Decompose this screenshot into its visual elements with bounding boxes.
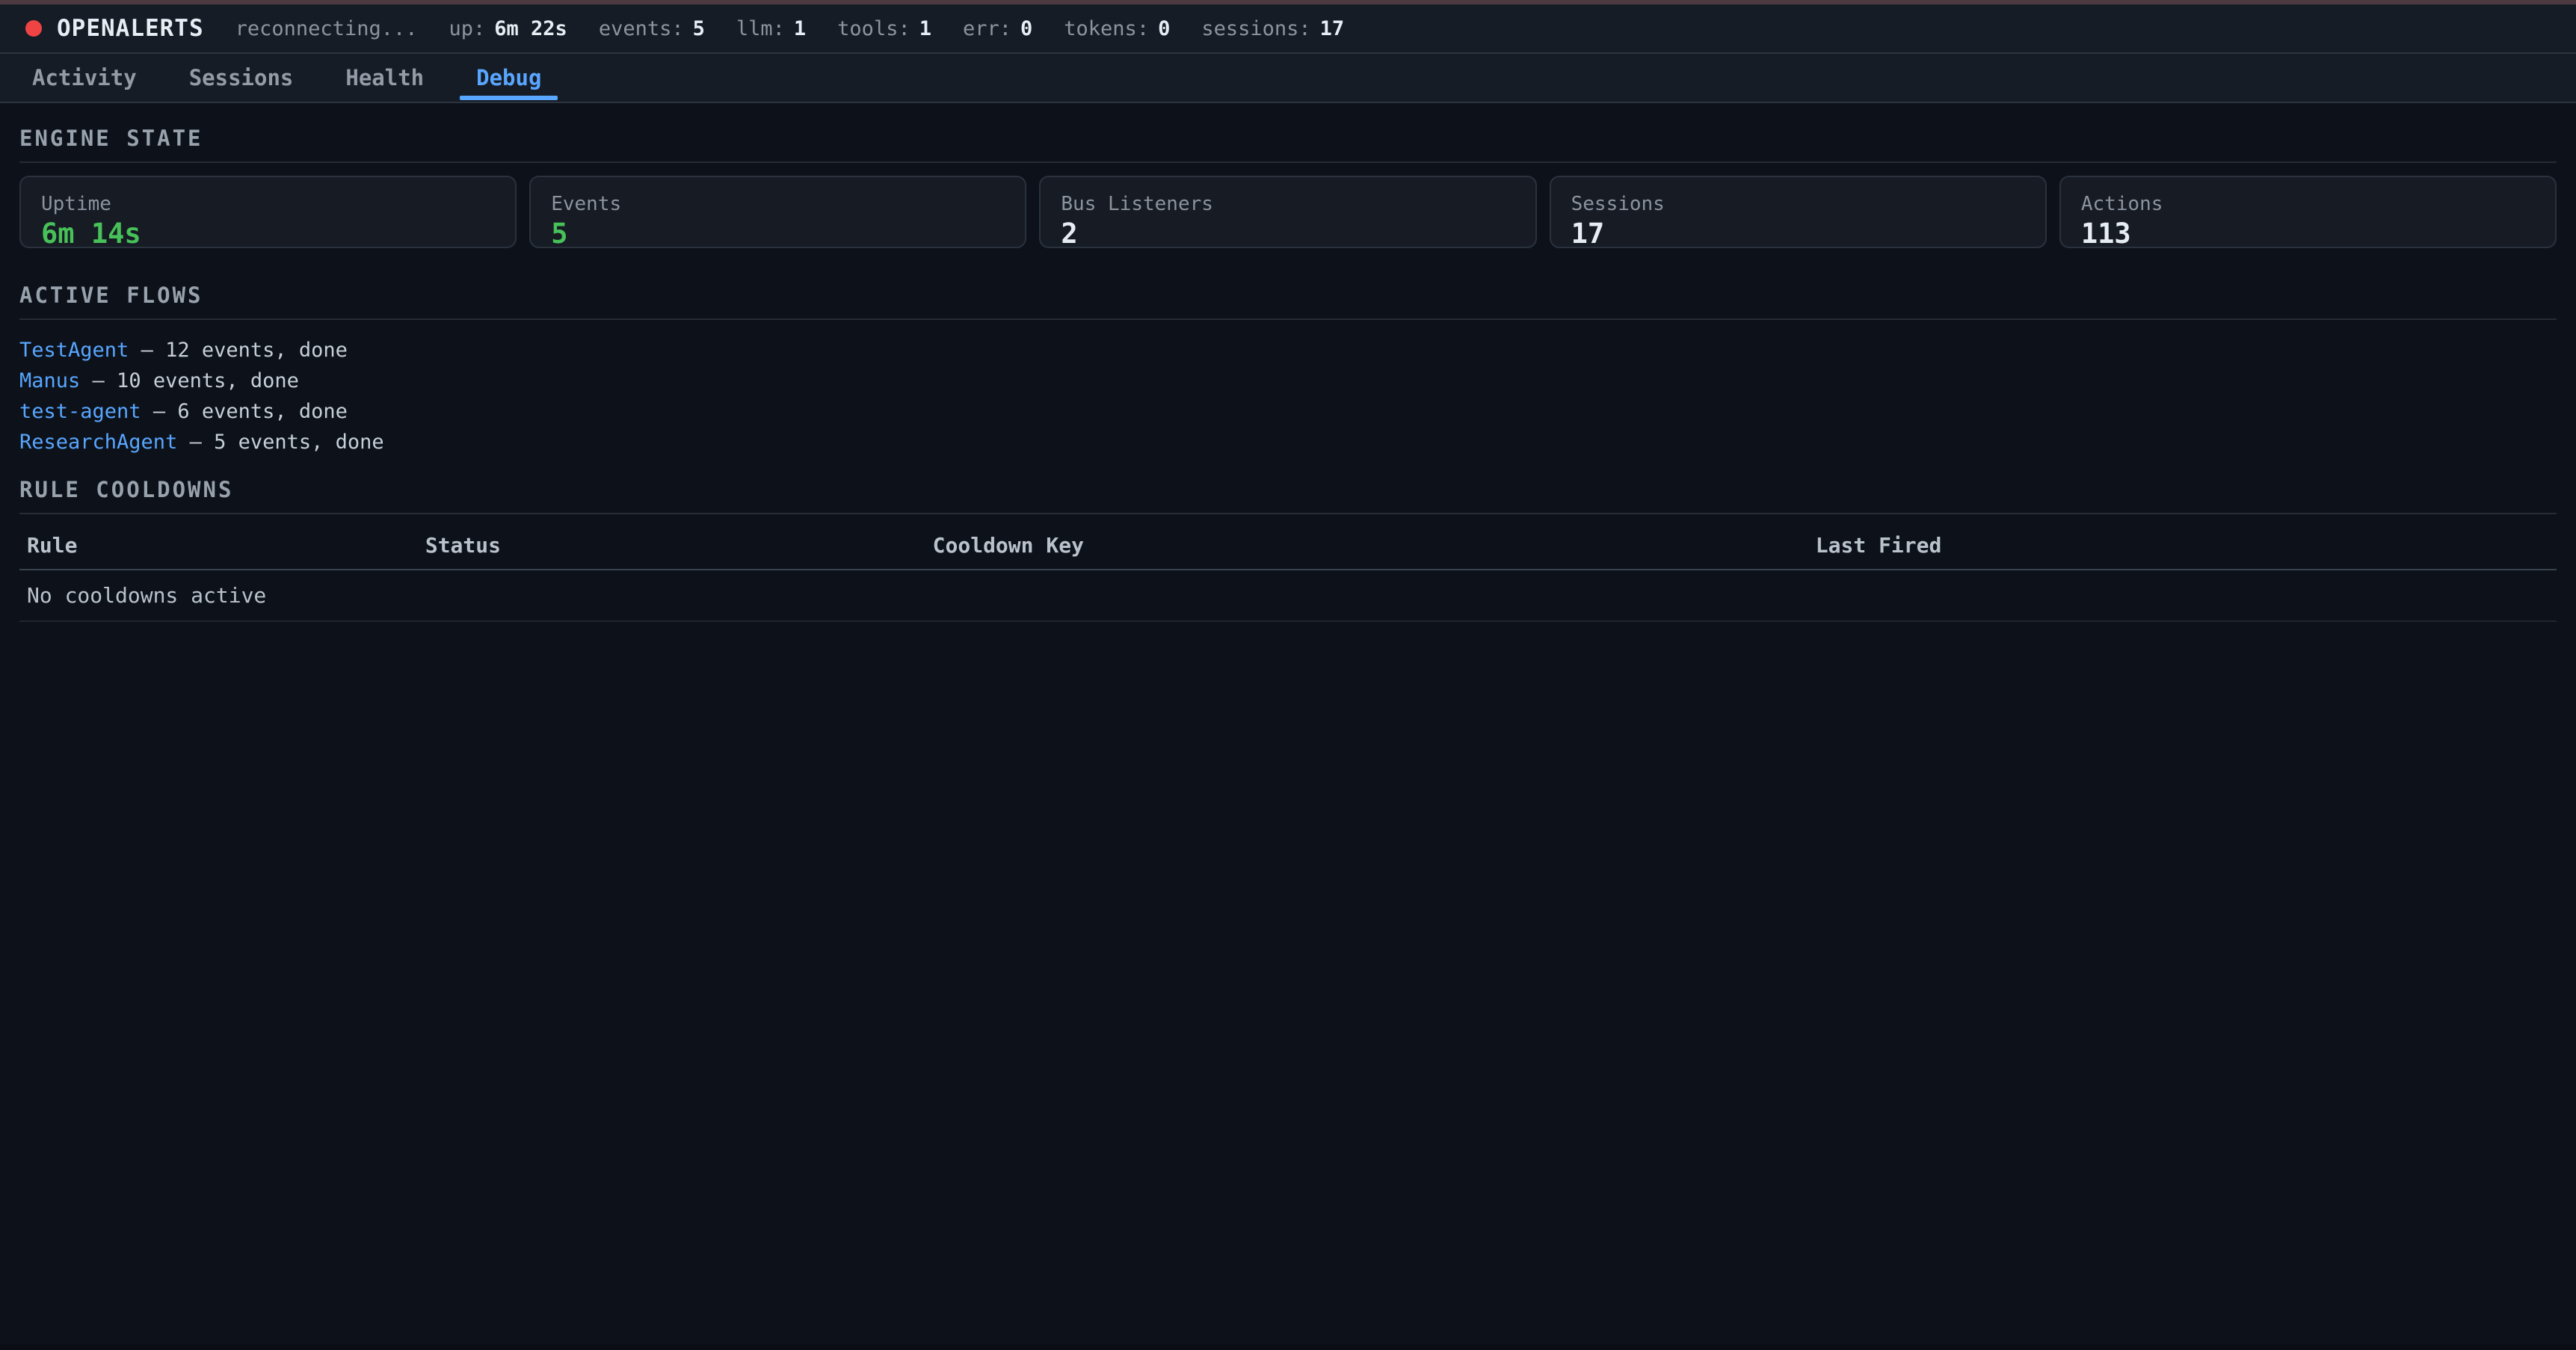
- engine-state-section: ENGINE STATE Uptime 6m 14s Events 5 Bus …: [19, 126, 2557, 248]
- column-header-cooldown-key: Cooldown Key: [925, 522, 1808, 569]
- tab-health[interactable]: Health: [324, 54, 445, 102]
- tab-activity[interactable]: Activity: [11, 54, 158, 102]
- card-events: Events 5: [529, 176, 1026, 248]
- rule-cooldowns-heading: RULE COOLDOWNS: [19, 477, 2557, 502]
- connection-status: reconnecting...: [235, 17, 418, 40]
- flow-link-testagent[interactable]: TestAgent: [19, 339, 129, 362]
- flow-row: test-agent — 6 events, done: [19, 396, 2557, 427]
- rule-cooldowns-section: RULE COOLDOWNS Rule Status Cooldown Key …: [19, 477, 2557, 622]
- column-header-last-fired: Last Fired: [1808, 522, 2557, 569]
- column-header-rule: Rule: [19, 522, 418, 569]
- status-dot-icon: [25, 20, 42, 37]
- flow-row: TestAgent — 12 events, done: [19, 335, 2557, 366]
- active-flows-heading: ACTIVE FLOWS: [19, 283, 2557, 308]
- metric-events: events: 5: [599, 17, 705, 40]
- flow-link-researchagent[interactable]: ResearchAgent: [19, 431, 177, 454]
- metric-sessions: sessions: 17: [1201, 17, 1344, 40]
- card-actions: Actions 113: [2059, 176, 2557, 248]
- flow-row: Manus — 10 events, done: [19, 366, 2557, 396]
- flow-link-manus[interactable]: Manus: [19, 369, 80, 392]
- engine-state-heading: ENGINE STATE: [19, 126, 2557, 151]
- engine-state-cards: Uptime 6m 14s Events 5 Bus Listeners 2 S…: [19, 176, 2557, 248]
- card-sessions: Sessions 17: [1550, 176, 2047, 248]
- metric-tools: tools: 1: [837, 17, 931, 40]
- metric-uptime: up: 6m 22s: [449, 17, 567, 40]
- flow-row: ResearchAgent — 5 events, done: [19, 427, 2557, 457]
- metric-tokens: tokens: 0: [1064, 17, 1170, 40]
- column-header-status: Status: [418, 522, 925, 569]
- tab-debug[interactable]: Debug: [455, 54, 562, 102]
- tab-sessions[interactable]: Sessions: [168, 54, 315, 102]
- section-divider: [19, 513, 2557, 514]
- metric-llm: llm: 1: [736, 17, 806, 40]
- status-bar: OPENALERTS reconnecting... up: 6m 22s ev…: [0, 4, 2576, 54]
- cooldowns-table-header: Rule Status Cooldown Key Last Fired: [19, 522, 2557, 570]
- debug-panel: ENGINE STATE Uptime 6m 14s Events 5 Bus …: [0, 103, 2576, 622]
- brand-group: OPENALERTS: [25, 15, 204, 42]
- tab-bar: Activity Sessions Health Debug: [0, 54, 2576, 103]
- cooldowns-table: Rule Status Cooldown Key Last Fired No c…: [19, 522, 2557, 622]
- section-divider: [19, 161, 2557, 163]
- flow-link-test-agent[interactable]: test-agent: [19, 400, 141, 423]
- app-title: OPENALERTS: [57, 15, 204, 42]
- empty-state-row: No cooldowns active: [19, 570, 2557, 622]
- empty-state-message: No cooldowns active: [19, 570, 274, 620]
- active-flows-section: ACTIVE FLOWS TestAgent — 12 events, done…: [19, 283, 2557, 457]
- card-bus-listeners: Bus Listeners 2: [1039, 176, 1536, 248]
- window-bottom-strip: [0, 1344, 2576, 1350]
- metric-errors: err: 0: [963, 17, 1032, 40]
- section-divider: [19, 318, 2557, 320]
- flow-list: TestAgent — 12 events, done Manus — 10 e…: [19, 335, 2557, 457]
- card-uptime: Uptime 6m 14s: [19, 176, 517, 248]
